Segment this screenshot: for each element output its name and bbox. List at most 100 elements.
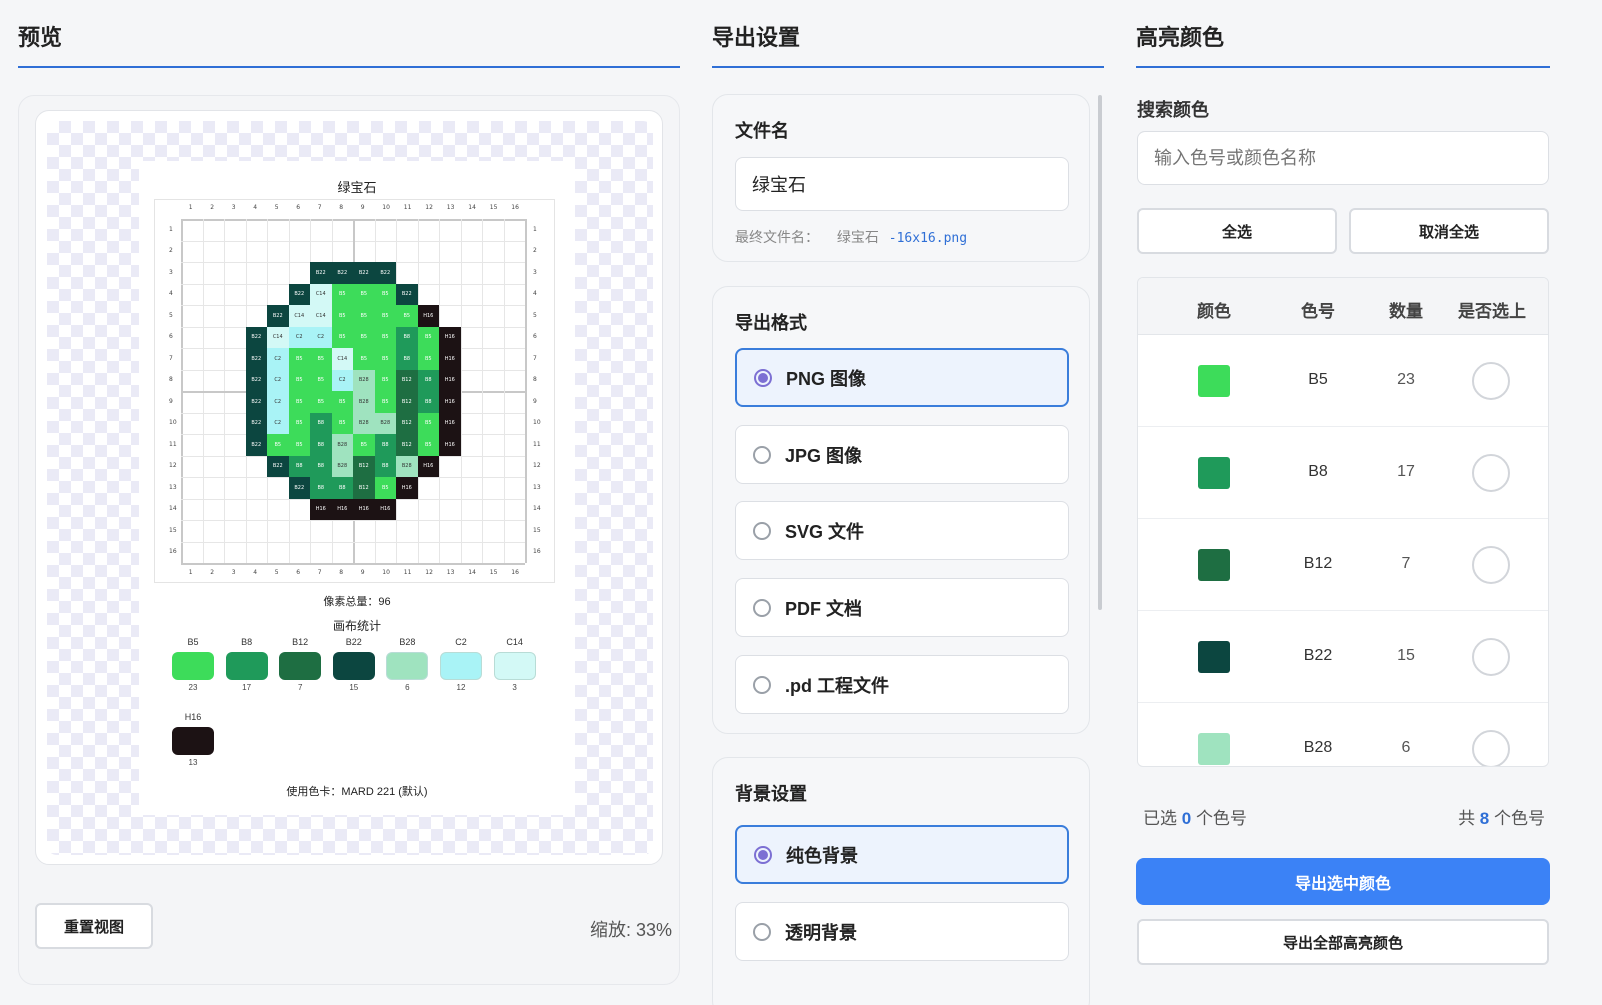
select-checkbox[interactable]	[1472, 546, 1510, 584]
axis-number: 9	[360, 569, 365, 576]
select-all-button[interactable]: 全选	[1137, 208, 1337, 254]
select-checkbox[interactable]	[1472, 730, 1510, 766]
color-search-input[interactable]	[1137, 131, 1549, 185]
axis-number: 16	[533, 548, 541, 556]
pattern-cell: B28	[331, 455, 353, 477]
pattern-cell: B5	[353, 434, 375, 456]
axis-number: 6	[296, 569, 301, 576]
reset-view-button[interactable]: 重置视图	[35, 903, 153, 949]
color-count: 7	[1401, 555, 1411, 572]
pattern-cell: C14	[267, 326, 289, 348]
radio-selected-icon	[754, 368, 772, 387]
pattern-grid: 1 1 1 1 2 2 2 2 3 3 3 3 4 4 4 4 5 5 5 5 6 6 6 6 7 7 7 7 8 8 8 8 9 9 9 9 10 10…	[154, 199, 555, 583]
legend-item: B22 15	[332, 637, 376, 692]
select-checkbox[interactable]	[1472, 362, 1510, 400]
background-option-solid[interactable]: 纯色背景	[735, 825, 1069, 884]
final-filename: 最终文件名： 绿宝石 -16x16.png	[735, 227, 967, 247]
background-option-transparent[interactable]: 透明背景	[735, 902, 1069, 961]
legend-count: 7	[297, 683, 303, 692]
legend-item: H16 13	[171, 712, 215, 767]
zoom-level: 缩放: 33%	[590, 920, 673, 940]
axis-number: 4	[533, 290, 537, 298]
column-header-code: 色号	[1301, 302, 1335, 321]
grid-line	[181, 520, 525, 521]
pattern-cell: B5	[331, 283, 353, 305]
table-row: B22 15	[1138, 611, 1548, 703]
select-checkbox[interactable]	[1472, 638, 1510, 676]
selected-summary: 已选 0 个色号	[1143, 804, 1247, 829]
legend-code: C14	[506, 637, 523, 647]
pattern-cell: B5	[310, 348, 332, 370]
format-card: 导出格式 PNG 图像 JPG 图像 SVG 文件 PDF 文档 .pd 工程文…	[712, 286, 1090, 734]
pattern-cell: B8	[374, 434, 396, 456]
table-row: B12 7	[1138, 519, 1548, 611]
legend-swatch	[225, 652, 268, 680]
pattern-cell: B22	[374, 262, 396, 284]
export-settings-title: 导出设置	[712, 20, 1104, 68]
axis-number: 13	[446, 569, 455, 576]
pattern-cell: B5	[288, 391, 310, 413]
selected-count: 0	[1181, 809, 1192, 828]
format-option-label: SVG 文件	[785, 521, 865, 542]
pattern-cell: C14	[288, 305, 310, 327]
legend-swatch	[493, 652, 536, 680]
filename-input[interactable]: 绿宝石	[735, 157, 1069, 211]
legend-swatch	[172, 652, 214, 680]
axis-number: 7	[317, 204, 322, 211]
legend-swatch	[332, 652, 375, 680]
export-selected-button[interactable]: 导出选中颜色	[1136, 858, 1550, 905]
settings-scrollbar[interactable]	[1098, 95, 1102, 610]
pattern-cell: B8	[396, 326, 418, 348]
table-row: B8 17	[1138, 427, 1548, 519]
pattern-cell: B22	[245, 391, 267, 413]
background-title: 背景设置	[735, 784, 807, 804]
legend-swatch	[386, 652, 429, 680]
highlight-colors-title: 高亮颜色	[1136, 20, 1550, 68]
axis-number: 10	[382, 204, 390, 211]
pattern-cell: B12	[353, 477, 375, 499]
axis-number: 11	[169, 440, 177, 448]
axis-number: 2	[169, 247, 173, 255]
radio-icon	[753, 521, 771, 540]
legend-code: C2	[455, 637, 467, 647]
pattern-cell: C14	[331, 348, 353, 370]
format-option-svg[interactable]: SVG 文件	[735, 501, 1069, 560]
color-swatch	[1198, 733, 1230, 765]
pattern-cell: H16	[417, 455, 439, 477]
pattern-cell: B5	[331, 326, 353, 348]
deselect-all-button[interactable]: 取消全选	[1349, 208, 1549, 254]
export-all-highlight-button[interactable]: 导出全部高亮颜色	[1137, 919, 1549, 965]
pattern-cell: H16	[417, 305, 439, 327]
axis-number: 3	[231, 569, 236, 576]
legend-count: 23	[188, 683, 198, 692]
axis-number: 14	[468, 569, 476, 576]
format-option-pd[interactable]: .pd 工程文件	[735, 655, 1069, 714]
axis-number: 2	[533, 247, 537, 255]
pattern-cell: H16	[331, 498, 353, 520]
axis-number: 9	[169, 397, 173, 405]
preview-canvas-frame[interactable]: 绿宝石 111122223333444455556666777788889999…	[35, 110, 663, 865]
pattern-cell: B22	[288, 477, 310, 499]
sheet-title: 绿宝石	[337, 180, 377, 195]
pattern-cell: B5	[417, 434, 439, 456]
legend-code: B28	[399, 637, 416, 647]
color-swatch	[1198, 641, 1230, 673]
pattern-cell: B22	[245, 326, 267, 348]
axis-number: 9	[533, 397, 537, 405]
grid-line	[525, 219, 527, 563]
axis-number: 12	[425, 204, 433, 211]
pattern-cell: B5	[267, 434, 289, 456]
axis-number: 8	[339, 569, 344, 576]
axis-number: 6	[169, 333, 173, 341]
axis-number: 11	[403, 204, 412, 211]
format-option-pdf[interactable]: PDF 文档	[735, 578, 1069, 637]
axis-number: 3	[169, 268, 173, 276]
axis-number: 1	[533, 225, 537, 233]
pattern-cell: C2	[267, 412, 289, 434]
format-option-png[interactable]: PNG 图像	[735, 348, 1069, 407]
format-option-jpg[interactable]: JPG 图像	[735, 425, 1069, 484]
selected-suffix: 个色号	[1195, 809, 1247, 828]
axis-number: 14	[533, 505, 541, 513]
select-checkbox[interactable]	[1472, 454, 1510, 492]
pattern-cell: H16	[396, 477, 418, 499]
